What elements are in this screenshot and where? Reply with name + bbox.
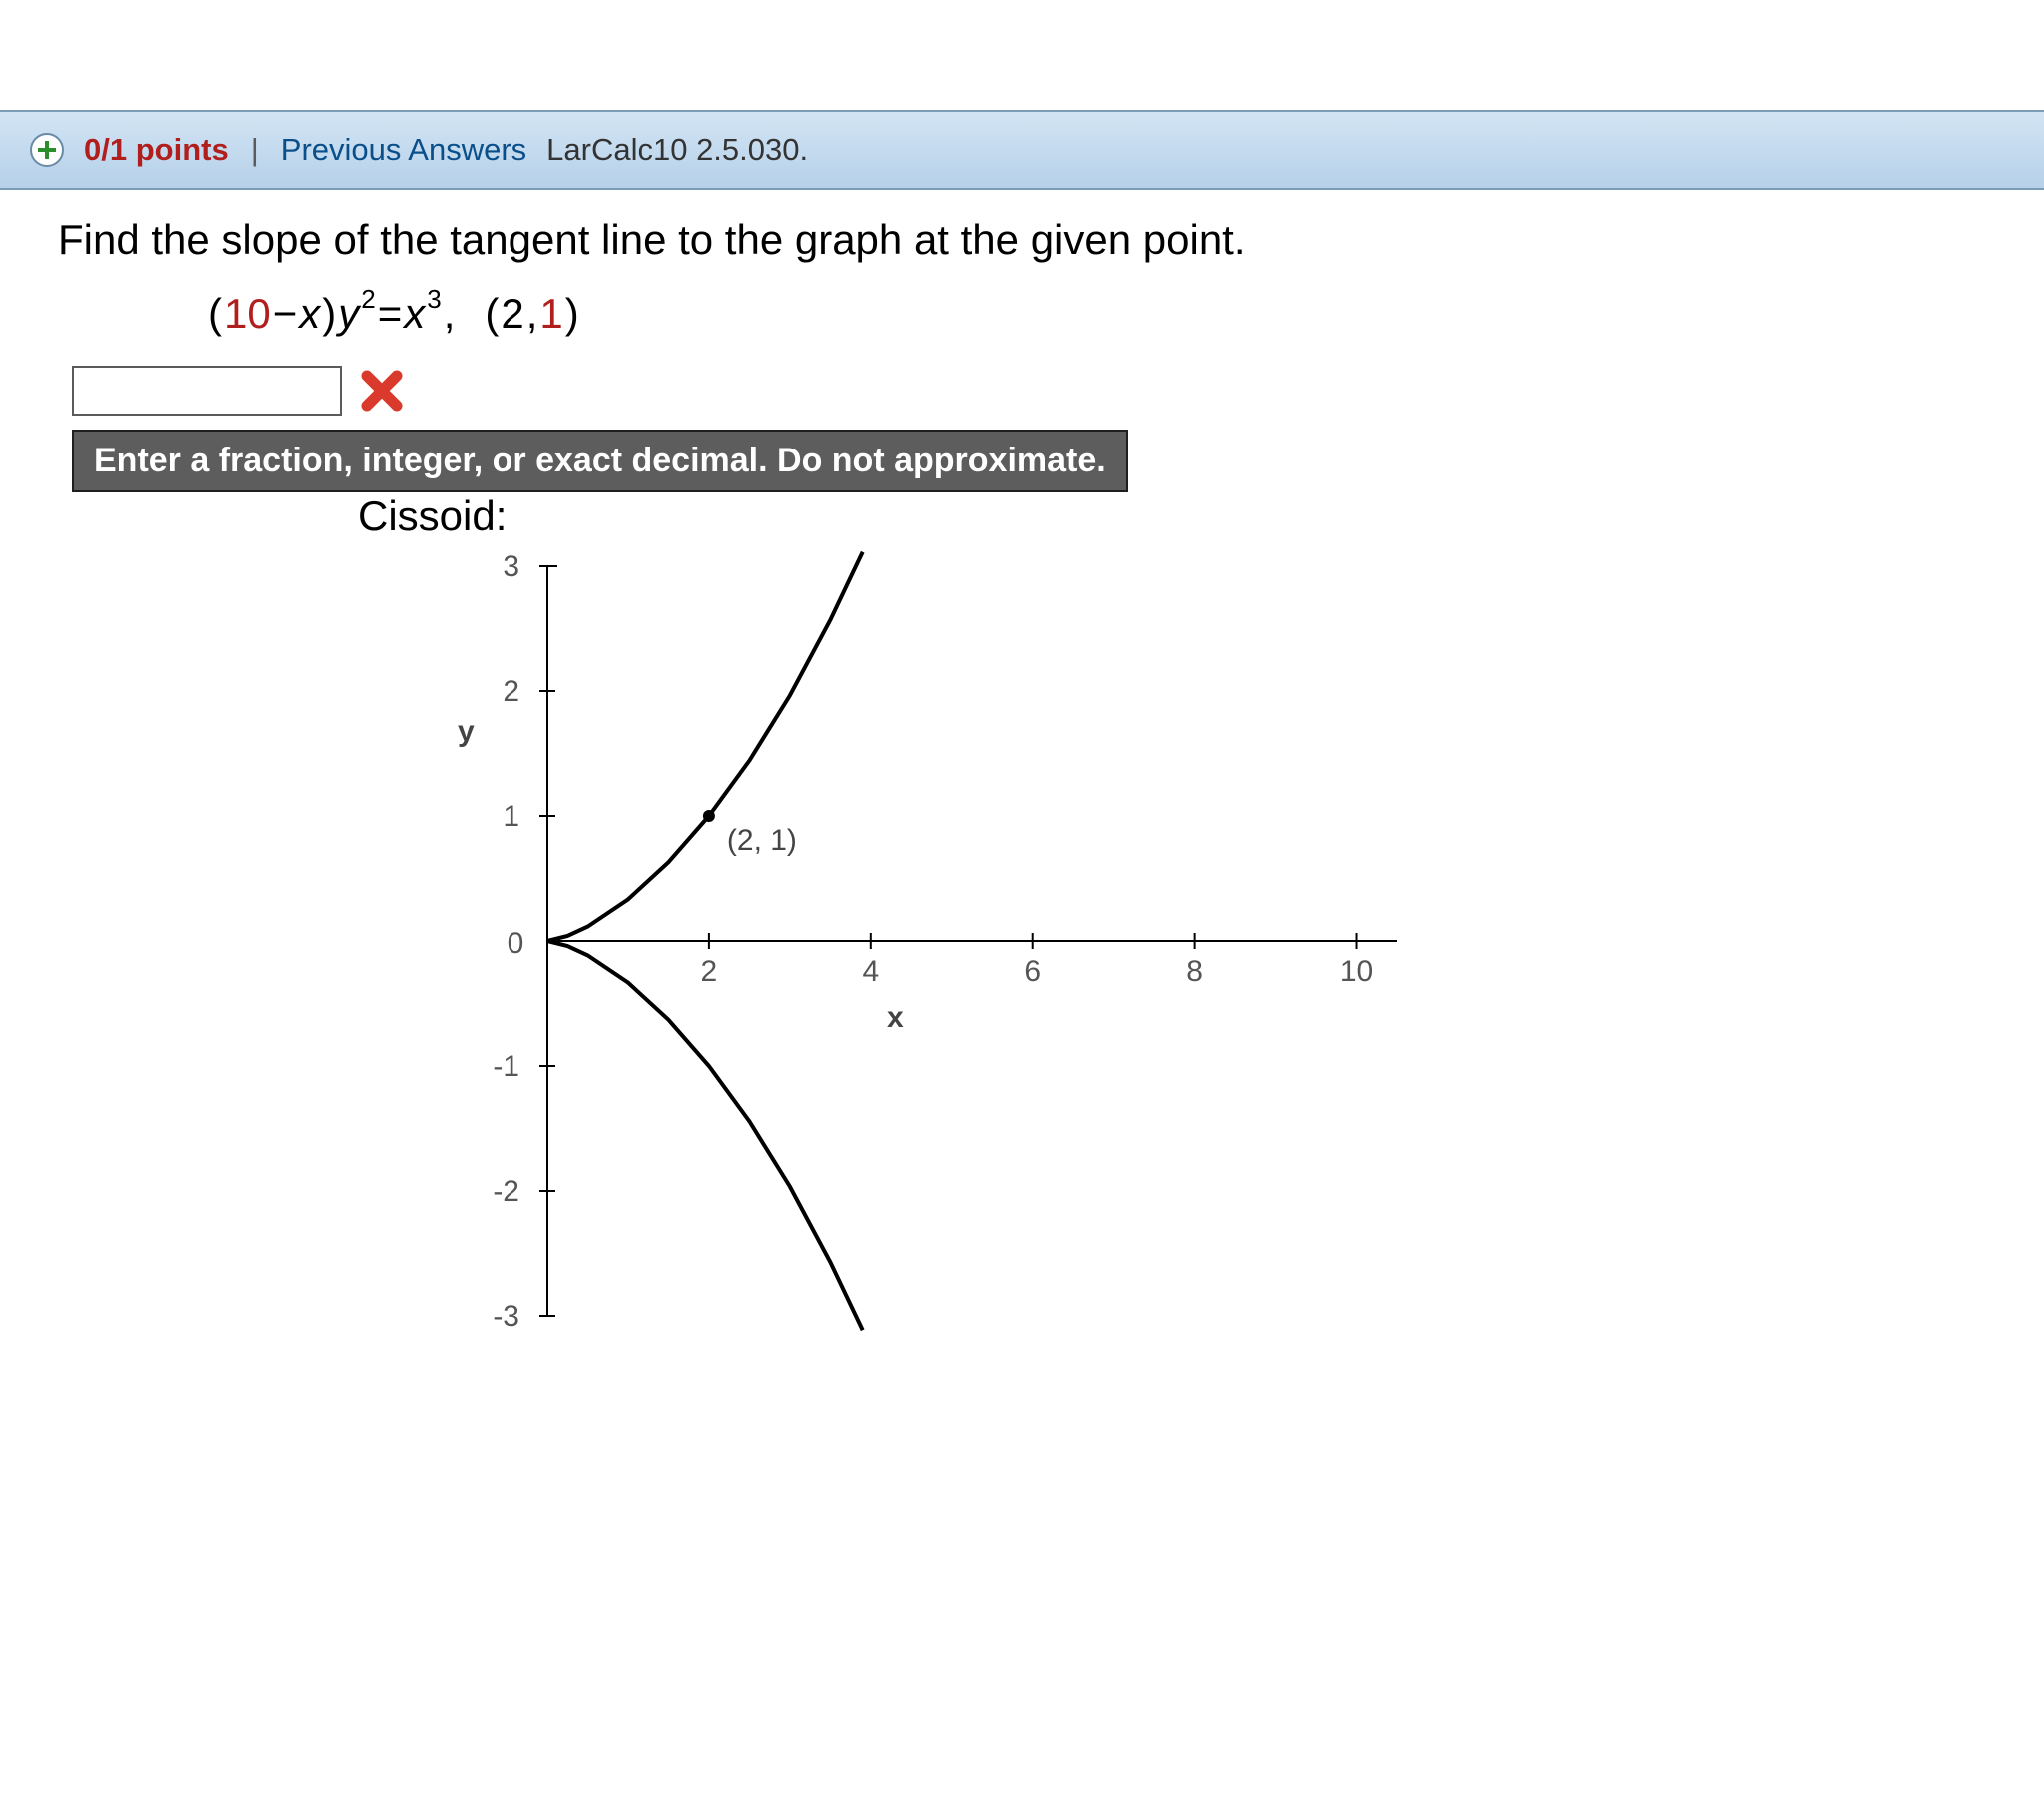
points-text: 0/1 points [84, 132, 229, 168]
eq-minus: − [273, 290, 298, 338]
svg-text:3: 3 [503, 550, 519, 583]
svg-text:8: 8 [1186, 955, 1203, 988]
eq-open: ( [208, 290, 222, 338]
answer-row [72, 366, 2044, 416]
eq-const-10: 10 [224, 290, 271, 338]
hint-tooltip: Enter a fraction, integer, or exact deci… [72, 430, 1128, 492]
svg-text:x: x [887, 1001, 904, 1034]
pt-sep: , [526, 290, 538, 338]
equation-point: ( 2 , 1 ) [485, 290, 578, 338]
svg-text:2: 2 [701, 955, 718, 988]
answer-input[interactable] [72, 366, 342, 416]
eq-x-sup: 3 [427, 284, 441, 315]
expand-icon[interactable] [30, 133, 64, 167]
svg-text:0: 0 [508, 927, 524, 960]
graph-title: Cissoid: [358, 492, 2044, 540]
svg-text:-2: -2 [493, 1175, 519, 1208]
pt-x: 2 [501, 290, 523, 338]
question-header: 0/1 points | Previous Answers LarCalc10 … [0, 110, 2044, 190]
svg-text:2: 2 [503, 675, 519, 708]
svg-text:1: 1 [503, 800, 519, 833]
previous-answers-link[interactable]: Previous Answers [281, 132, 526, 168]
eq-close1: ) [322, 290, 336, 338]
eq-x1: x [299, 290, 320, 338]
svg-text:4: 4 [862, 955, 879, 988]
equation-lhs-rhs: ( 10 − x ) y 2 = x 3 , [208, 290, 455, 338]
prompt-text: Find the slope of the tangent line to th… [58, 216, 2044, 264]
svg-text:-3: -3 [493, 1300, 519, 1333]
eq-comma: , [444, 290, 456, 338]
svg-text:(2, 1): (2, 1) [727, 824, 797, 857]
pt-open: ( [485, 290, 499, 338]
question-body: Find the slope of the tangent line to th… [0, 190, 2044, 1405]
eq-x2: x [404, 290, 425, 338]
svg-text:y: y [458, 715, 475, 748]
svg-text:-1: -1 [493, 1050, 519, 1083]
eq-equals: = [378, 290, 403, 338]
separator: | [251, 132, 259, 168]
wrong-icon [360, 369, 404, 413]
source-text: LarCalc10 2.5.030. [546, 132, 808, 168]
eq-y-sup: 2 [361, 284, 375, 315]
cissoid-chart: 0 2 4 6 8 10 -3 -2 -1 1 2 3 y x (2, 1) [428, 546, 2044, 1405]
svg-text:10: 10 [1340, 955, 1373, 988]
pt-close: ) [565, 290, 579, 338]
svg-text:6: 6 [1024, 955, 1041, 988]
eq-y: y [338, 290, 359, 338]
pt-y: 1 [539, 290, 562, 338]
equation: ( 10 − x ) y 2 = x 3 , ( 2 , 1 ) [208, 290, 2044, 338]
